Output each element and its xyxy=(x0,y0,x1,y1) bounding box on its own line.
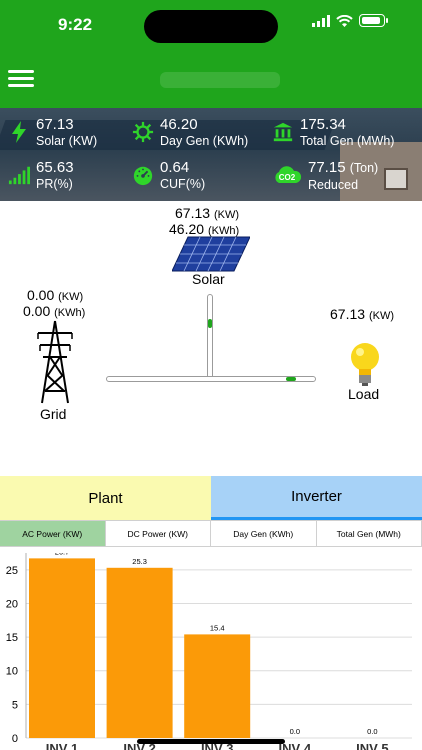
bar xyxy=(29,558,95,738)
svg-text:CO2: CO2 xyxy=(279,173,296,182)
signal-bars-icon xyxy=(8,166,30,185)
y-tick-label: 10 xyxy=(6,666,18,678)
stat-day-gen: 46.20 Day Gen (KWh) xyxy=(132,116,248,149)
stat-value: 0.64 xyxy=(160,159,190,176)
status-icons xyxy=(312,14,388,27)
grid-power-text: 0.00 (KW) xyxy=(27,287,83,303)
sun-gear-icon xyxy=(132,121,154,143)
stat-co2-reduced: CO2 77.15 (Ton) Reduced xyxy=(272,159,378,193)
stat-value: 46.20 xyxy=(160,116,198,133)
load-flow-indicator xyxy=(286,377,296,381)
load-power-text: 67.13 (KW) xyxy=(330,306,394,322)
bar-value-label: 15.4 xyxy=(210,623,225,632)
grid-label: Grid xyxy=(40,406,67,422)
stat-label: Day Gen (KWh) xyxy=(160,134,249,148)
solar-power-value: 67.13 xyxy=(175,205,211,221)
co2-cloud-icon: CO2 xyxy=(275,166,302,183)
grid-energy-value: 0.00 xyxy=(23,303,51,319)
stat-label: CUF(%) xyxy=(160,177,206,191)
solar-power-unit: (KW) xyxy=(213,209,239,221)
app-logo xyxy=(160,72,280,88)
metric-subtabs: AC Power (KW) DC Power (KW) Day Gen (KWh… xyxy=(0,520,422,547)
load-label: Load xyxy=(348,386,380,402)
subtab-day-gen[interactable]: Day Gen (KWh) xyxy=(211,520,317,547)
background-window xyxy=(384,168,408,190)
bar-value-label: 0.0 xyxy=(367,727,377,736)
y-tick-label: 25 xyxy=(6,565,18,577)
bar-value-label: 0.0 xyxy=(290,727,300,736)
y-tick-label: 20 xyxy=(6,598,18,610)
grid-power-value: 0.00 xyxy=(27,287,55,303)
stat-value-number: 77.15 xyxy=(308,159,346,176)
app-header: 9:22 xyxy=(0,0,422,108)
y-tick-label: 15 xyxy=(6,632,18,644)
inverter-ac-power-bar-chart: 051015202526.7INV 125.3INV 215.4INV 30.0… xyxy=(6,553,412,750)
grid-power-unit: (KW) xyxy=(58,291,84,303)
grid-energy-unit: (KWh) xyxy=(54,307,86,319)
solar-label: Solar xyxy=(192,271,225,287)
solar-power-text: 67.13 (KW) xyxy=(175,205,239,221)
bank-icon xyxy=(273,122,293,142)
stat-label: Total Gen (MWh) xyxy=(300,134,395,148)
stat-value: 77.15 (Ton) xyxy=(308,159,378,177)
stat-value-unit: (Ton) xyxy=(349,161,379,175)
load-power-value: 67.13 xyxy=(330,306,366,322)
gauge-icon xyxy=(133,166,153,186)
tab-plant[interactable]: Plant xyxy=(0,476,211,520)
solar-panel-icon xyxy=(172,236,250,272)
bar xyxy=(184,634,251,738)
x-tick-label: INV 5 xyxy=(356,741,389,750)
bar xyxy=(106,567,173,738)
bar-value-label: 25.3 xyxy=(132,557,147,566)
hamburger-menu-icon[interactable] xyxy=(8,70,34,92)
stat-value: 67.13 xyxy=(36,116,74,133)
stat-solar: 67.13 Solar (KW) xyxy=(8,116,97,149)
battery-icon xyxy=(359,14,385,27)
load-power-unit: (KW) xyxy=(368,310,394,322)
y-tick-label: 0 xyxy=(12,733,18,745)
view-tabs: Plant Inverter xyxy=(0,476,422,520)
stat-label: Reduced xyxy=(308,178,359,192)
battery-tip xyxy=(386,18,388,23)
stat-pr: 65.63 PR(%) xyxy=(8,159,74,192)
solar-flow-indicator xyxy=(208,319,212,328)
stat-total-gen: 175.34 Total Gen (MWh) xyxy=(272,116,394,149)
stat-value: 65.63 xyxy=(36,159,74,176)
subtab-ac-power[interactable]: AC Power (KW) xyxy=(0,520,106,547)
summary-stats-panel: 67.13 Solar (KW) 46.20 Day Gen (KWh) 175… xyxy=(0,108,422,201)
solar-flow-line xyxy=(207,294,213,380)
stat-value: 175.34 xyxy=(300,116,346,133)
dynamic-island xyxy=(144,10,278,43)
transmission-tower-icon xyxy=(37,320,73,404)
tab-inverter[interactable]: Inverter xyxy=(211,476,422,520)
home-indicator[interactable] xyxy=(137,739,285,744)
stat-cuf: 0.64 CUF(%) xyxy=(132,159,205,192)
status-time: 9:22 xyxy=(58,15,93,34)
stat-label: PR(%) xyxy=(36,177,73,191)
power-flow-diagram: 67.13 (KW) 46.20 (KWh) Solar 0.00 (KW) 0… xyxy=(0,201,422,476)
signal-icon xyxy=(312,14,330,27)
subtab-total-gen[interactable]: Total Gen (MWh) xyxy=(316,520,422,547)
lightning-icon xyxy=(12,121,26,143)
wifi-icon xyxy=(336,14,353,27)
x-tick-label: INV 1 xyxy=(46,741,79,750)
y-tick-label: 5 xyxy=(12,699,18,711)
stat-label: Solar (KW) xyxy=(36,134,98,148)
grid-energy-text: 0.00 (KWh) xyxy=(23,303,85,319)
bar-value-label: 26.7 xyxy=(55,553,70,556)
subtab-dc-power[interactable]: DC Power (KW) xyxy=(105,520,211,547)
light-bulb-icon xyxy=(351,343,379,386)
grid-load-flow-line xyxy=(106,376,316,382)
